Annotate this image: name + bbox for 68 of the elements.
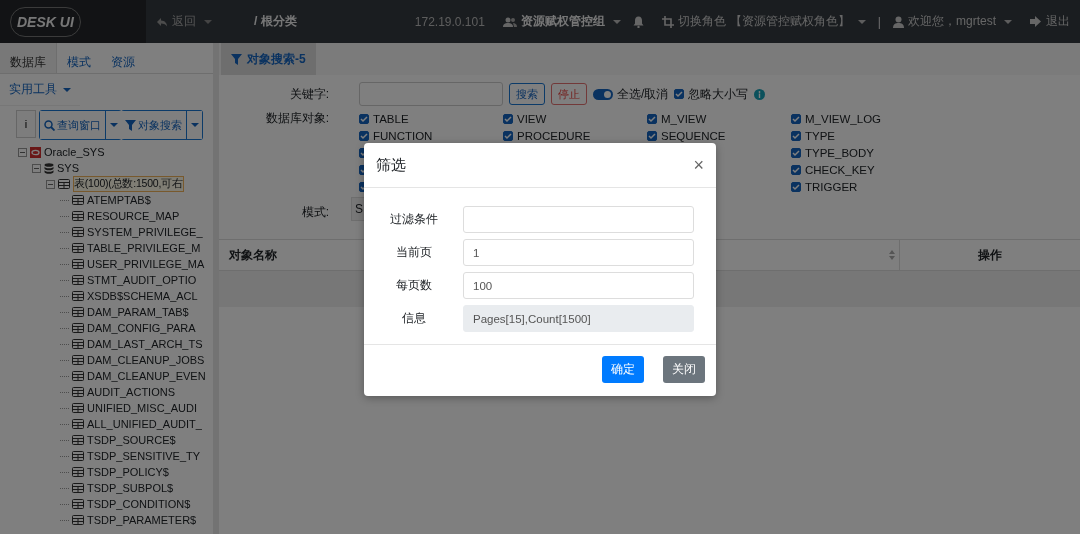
tree-item[interactable]: DAM_CONFIG_PARA: [87, 322, 196, 334]
close-button[interactable]: 关闭: [663, 356, 705, 383]
editor-tab[interactable]: 对象搜索-5: [221, 43, 316, 75]
field-label: 信息: [400, 310, 427, 327]
tree-item[interactable]: STMT_AUDIT_OPTIO: [87, 274, 197, 286]
checkbox-label: M_VIEW_LOG: [805, 112, 882, 125]
tools-menu[interactable]: 实用工具: [0, 74, 80, 106]
checkbox-label: 忽略大小写: [688, 85, 749, 103]
breadcrumb: / 根分类: [254, 13, 297, 30]
field-label: 模式:: [300, 204, 329, 221]
checkbox-label: CHECK_KEY: [805, 163, 875, 176]
tree-item[interactable]: TSDP_POLICY$: [87, 466, 169, 478]
confirm-button[interactable]: 确定: [602, 356, 644, 383]
column-header: 对象名称: [228, 246, 277, 264]
field-label: 当前页: [394, 244, 433, 261]
tree-item[interactable]: Oracle_SYS: [44, 146, 105, 158]
search-button[interactable]: 搜索: [509, 83, 545, 105]
checkbox-label: SEQUENCE: [661, 129, 726, 142]
tree-item[interactable]: SYSTEM_PRIVILEGE_: [87, 226, 203, 238]
tree-item[interactable]: DAM_PARAM_TAB$: [87, 306, 189, 318]
field-label: 关键字:: [288, 86, 329, 103]
column-header: 操作: [899, 240, 1080, 270]
tree-item[interactable]: TSDP_SUBPOL$: [87, 482, 174, 494]
tree-item[interactable]: UNIFIED_MISC_AUDI: [87, 402, 198, 414]
group-menu[interactable]: 资源赋权管控组: [520, 13, 605, 30]
tree-item[interactable]: AUDIT_ACTIONS: [87, 386, 175, 398]
checkbox-label: TYPE: [805, 129, 836, 142]
checkbox-label: TYPE_BODY: [805, 146, 875, 159]
tree-item[interactable]: USER_PRIVILEGE_MA: [87, 258, 205, 270]
separator: |: [877, 14, 881, 29]
input-field[interactable]: 1: [463, 239, 694, 266]
tree-item[interactable]: TSDP_CONDITION$: [87, 498, 191, 510]
switch-role-label[interactable]: 切换角色: [677, 13, 726, 30]
checkbox-label: VIEW: [517, 112, 547, 125]
role-menu[interactable]: 【资源管控赋权角色】: [729, 13, 850, 30]
ip-address: 172.19.0.101: [414, 14, 485, 29]
tree-item[interactable]: RESOURCE_MAP: [87, 210, 180, 222]
tree-item[interactable]: ATEMPTAB$: [87, 194, 151, 206]
tree-item[interactable]: 表(100)(总数:1500,可右: [73, 176, 184, 192]
field-label: 过滤条件: [388, 211, 439, 228]
tree-item[interactable]: TABLE_PRIVILEGE_M: [87, 242, 201, 254]
tree-item[interactable]: TSDP_SENSITIVE_TY: [87, 450, 201, 462]
close-button[interactable]: ×: [693, 154, 704, 176]
sidebar-tab[interactable]: 模式: [57, 43, 101, 73]
tree-item[interactable]: DAM_LAST_ARCH_TS: [87, 338, 203, 350]
tree-item[interactable]: DAM_CLEANUP_EVEN: [87, 370, 206, 382]
dialog-title: 筛选: [376, 155, 406, 175]
toggle-label: 全选/取消: [617, 85, 669, 103]
checkbox-label: FUNCTION: [373, 129, 433, 142]
checkbox-label: M_VIEW: [661, 112, 707, 125]
checkbox-label: TRIGGER: [805, 180, 858, 193]
input-field[interactable]: 100: [463, 272, 694, 299]
field-label: 每页数: [394, 277, 433, 294]
info-button[interactable]: i: [16, 110, 36, 138]
tree-item[interactable]: ALL_UNIFIED_AUDIT_: [87, 418, 202, 430]
tree-item[interactable]: TSDP_SOURCE$: [87, 434, 176, 446]
checkbox-label: PROCEDURE: [517, 129, 591, 142]
tree-item[interactable]: SYS: [57, 162, 79, 174]
sidebar-tab[interactable]: 数据库: [0, 43, 57, 73]
tree-item[interactable]: XSDB$SCHEMA_ACL: [87, 290, 198, 302]
checkbox-label: TABLE: [373, 112, 409, 125]
tree-item[interactable]: DAM_CLEANUP_JOBS: [87, 354, 205, 366]
user-menu[interactable]: 欢迎您，mgrtest: [908, 13, 996, 30]
field-label: 数据库对象:: [264, 110, 329, 127]
sidebar-tab[interactable]: 资源: [101, 43, 145, 73]
logout-link[interactable]: 退出: [1046, 13, 1070, 30]
tree-item[interactable]: TSDP_PARAMETER$: [87, 514, 197, 526]
stop-button[interactable]: 停止: [551, 83, 587, 105]
